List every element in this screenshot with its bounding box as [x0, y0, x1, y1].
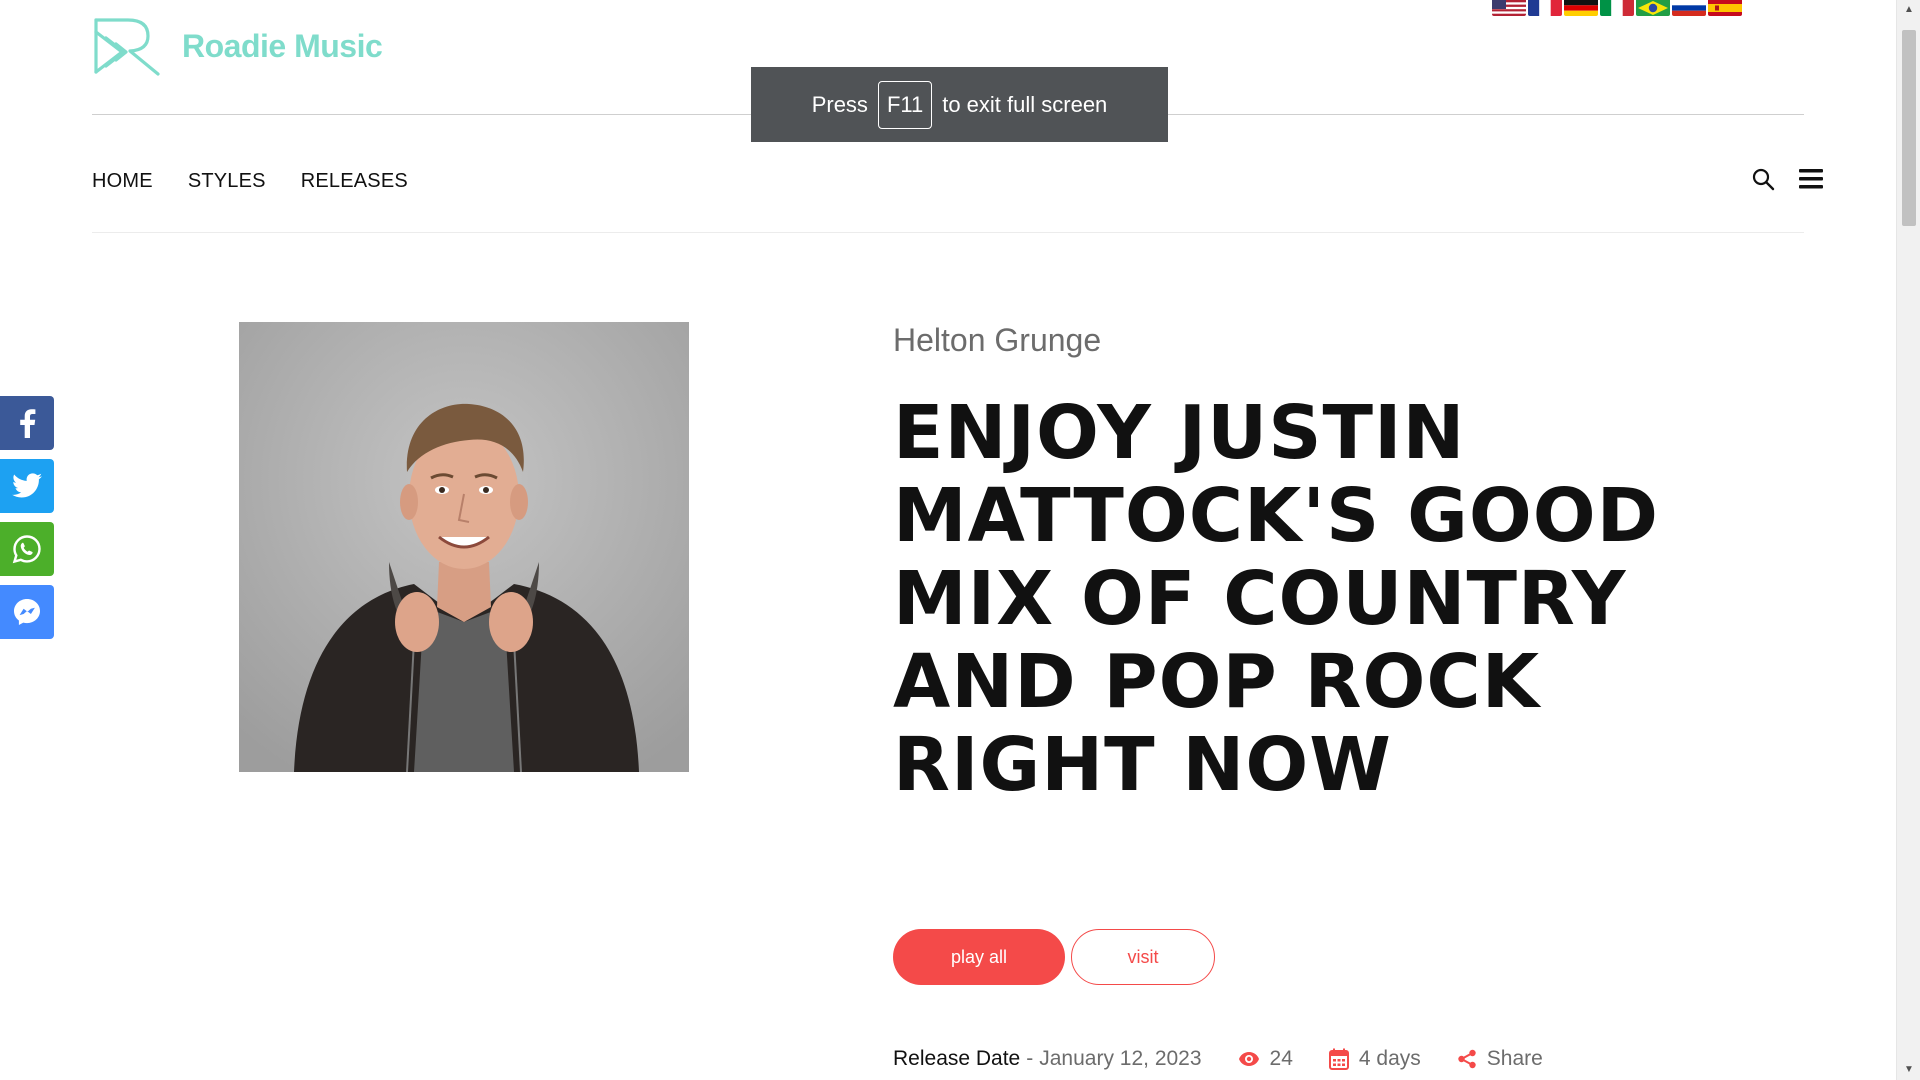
- visit-button[interactable]: visit: [1071, 929, 1215, 985]
- spain-flag-icon[interactable]: [1708, 0, 1742, 16]
- whatsapp-icon: [12, 535, 41, 564]
- fullscreen-exit-toast: Press F11 to exit full screen: [751, 67, 1168, 142]
- toast-suffix: to exit full screen: [942, 91, 1108, 117]
- release-meta: Release Date - January 12, 2023 24 4 day…: [893, 1045, 1543, 1073]
- release-date-separator: -: [1026, 1047, 1034, 1070]
- nav-item-styles[interactable]: STYLES: [188, 170, 266, 193]
- search-icon[interactable]: [1748, 164, 1778, 194]
- release-age-value: 4 days: [1358, 1047, 1421, 1070]
- site-logo[interactable]: Roadie Music: [92, 16, 383, 76]
- facebook-share-button[interactable]: [0, 396, 54, 450]
- views-value: 24: [1269, 1047, 1293, 1070]
- brazil-flag-icon[interactable]: [1636, 0, 1670, 16]
- calendar-icon: [1328, 1048, 1349, 1070]
- toast-key: F11: [877, 80, 933, 129]
- facebook-icon: [20, 409, 36, 438]
- nav-actions: [1730, 164, 1826, 194]
- twitter-icon: [12, 473, 42, 498]
- eye-icon: [1238, 1052, 1259, 1066]
- page-scrollbar[interactable]: ▲ ▼: [1896, 0, 1920, 1080]
- nav-divider: [92, 232, 1804, 233]
- nav-item-home[interactable]: HOME: [92, 170, 153, 193]
- messenger-icon: [14, 599, 40, 625]
- messenger-share-button[interactable]: [0, 585, 54, 639]
- us-flag-icon[interactable]: [1492, 0, 1526, 16]
- germany-flag-icon[interactable]: [1564, 0, 1598, 16]
- scroll-down-arrow-icon[interactable]: ▼: [1897, 1060, 1920, 1080]
- social-share-sidebar: [0, 396, 54, 648]
- share-link[interactable]: Share: [1457, 1047, 1543, 1071]
- twitter-share-button[interactable]: [0, 459, 54, 513]
- release-date-label: Release Date: [893, 1047, 1021, 1070]
- release-age: 4 days: [1328, 1047, 1421, 1071]
- release-date-value: January 12, 2023: [1039, 1047, 1202, 1070]
- release-cover-image[interactable]: [239, 322, 689, 772]
- menu-icon[interactable]: [1796, 164, 1826, 194]
- views-count: 24: [1238, 1047, 1293, 1071]
- share-icon: [1458, 1049, 1476, 1069]
- scroll-up-arrow-icon[interactable]: ▲: [1897, 0, 1920, 20]
- main-nav: HOME STYLES RELEASES: [92, 166, 443, 196]
- italy-flag-icon[interactable]: [1600, 0, 1634, 16]
- scrollbar-thumb[interactable]: [1902, 30, 1916, 226]
- release-title: ENJOY JUSTIN MATTOCK'S GOOD MIX OF COUNT…: [893, 390, 1660, 808]
- artist-portrait-image: [239, 322, 689, 772]
- france-flag-icon[interactable]: [1528, 0, 1562, 16]
- play-all-button[interactable]: play all: [893, 929, 1065, 985]
- russia-flag-icon[interactable]: [1672, 0, 1706, 16]
- language-flags: [1492, 0, 1744, 16]
- toast-prefix: Press: [811, 91, 868, 117]
- share-label: Share: [1486, 1047, 1543, 1070]
- site-name: Roadie Music: [182, 27, 383, 64]
- whatsapp-share-button[interactable]: [0, 522, 54, 576]
- nav-item-releases[interactable]: RELEASES: [301, 170, 408, 193]
- artist-name[interactable]: Helton Grunge: [893, 322, 1101, 359]
- roadie-logo-icon: [94, 18, 160, 76]
